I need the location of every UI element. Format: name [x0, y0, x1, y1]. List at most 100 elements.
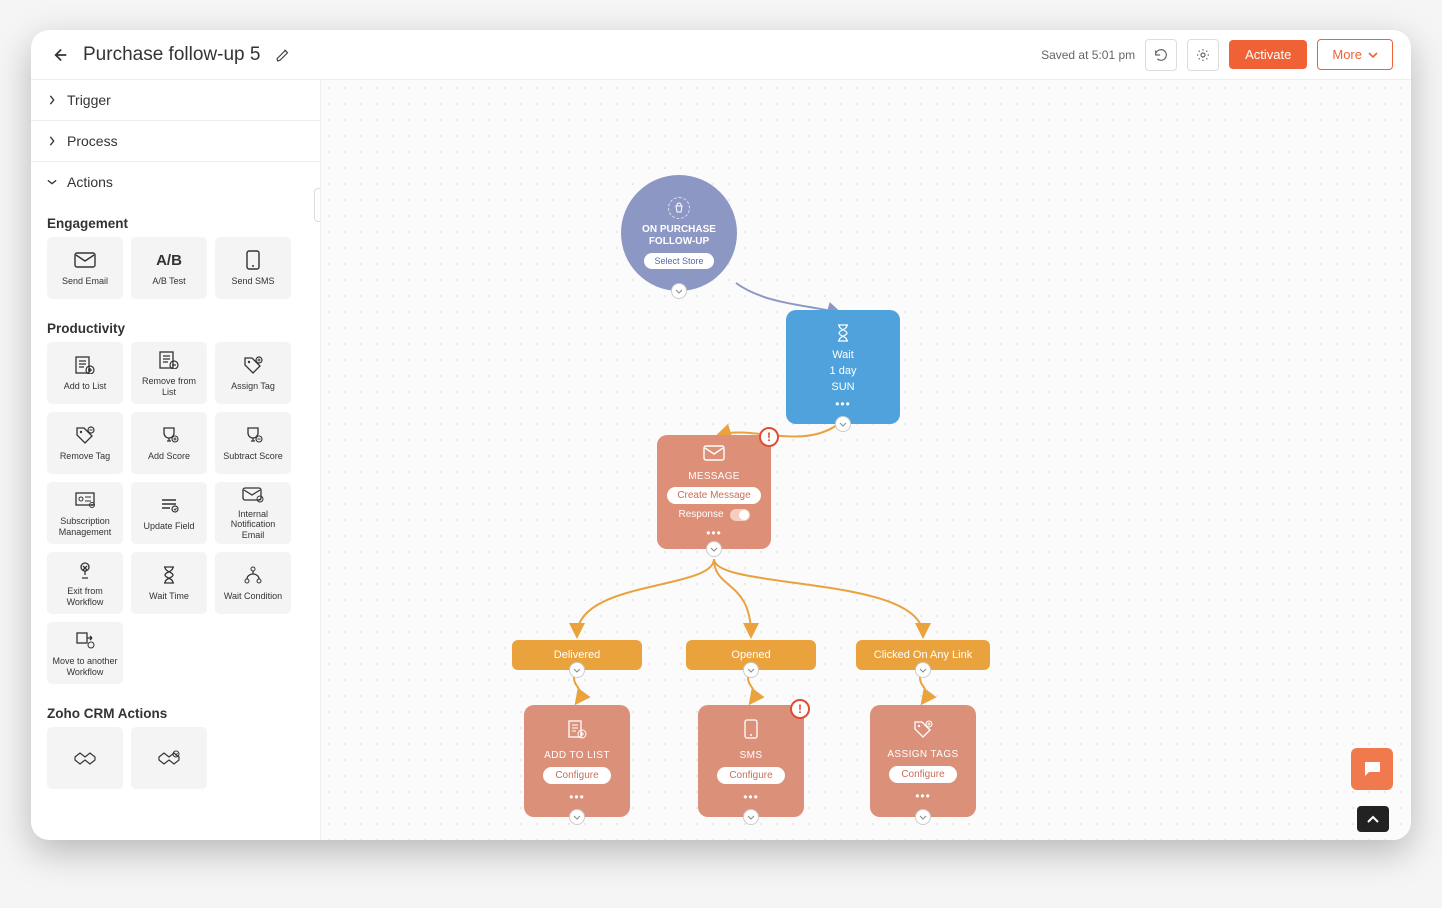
connector-handle[interactable] [915, 809, 931, 825]
trigger-title: ON PURCHASE FOLLOW-UP [634, 224, 724, 248]
tile-label: Internal Notification Email [219, 509, 287, 540]
connector-handle[interactable] [706, 541, 722, 557]
trigger-node[interactable]: ON PURCHASE FOLLOW-UP Select Store [621, 175, 737, 291]
response-toggle[interactable] [730, 509, 750, 521]
group-productivity-title: Productivity [31, 307, 320, 342]
handshake-check-icon [157, 747, 181, 769]
more-button[interactable]: More [1317, 39, 1393, 70]
section-trigger-label: Trigger [67, 92, 111, 108]
actions-sidebar: Trigger Process Actions Engagement Send … [31, 80, 321, 840]
section-process[interactable]: Process [31, 121, 320, 162]
trophy-minus-icon [243, 424, 263, 446]
collapse-sidebar-button[interactable] [314, 188, 321, 222]
more-button-label: More [1332, 47, 1362, 62]
tile-wait-time[interactable]: Wait Time [131, 552, 207, 614]
tile-crm-1[interactable] [47, 727, 123, 789]
more-dots-icon[interactable]: ••• [835, 397, 851, 411]
tile-send-email[interactable]: Send Email [47, 237, 123, 299]
handshake-icon [73, 747, 97, 769]
more-dots-icon[interactable]: ••• [706, 526, 722, 540]
tile-internal-notification[interactable]: Internal Notification Email [215, 482, 291, 544]
more-dots-icon[interactable]: ••• [743, 790, 759, 804]
group-engagement-title: Engagement [31, 202, 320, 237]
chevron-right-icon [47, 136, 57, 146]
hourglass-icon [836, 324, 850, 345]
tile-exit-workflow[interactable]: Exit from Workflow [47, 552, 123, 614]
error-badge-icon: ! [790, 699, 810, 719]
tile-label: Send Email [62, 276, 108, 286]
wait-node[interactable]: Wait 1 day SUN ••• [786, 310, 900, 424]
ab-icon: A/B [156, 249, 182, 271]
tile-label: Send SMS [231, 276, 274, 286]
edit-title-icon[interactable] [274, 46, 292, 64]
more-dots-icon[interactable]: ••• [915, 789, 931, 803]
connector-handle[interactable] [743, 809, 759, 825]
mail-icon [74, 249, 96, 271]
tile-remove-from-list[interactable]: Remove from List [131, 342, 207, 404]
connector-handle[interactable] [569, 809, 585, 825]
response-label: Response [678, 509, 723, 520]
wait-day: SUN [831, 381, 854, 393]
scroll-top-button[interactable] [1357, 806, 1389, 832]
tile-subtract-score[interactable]: Subtract Score [215, 412, 291, 474]
tile-label: Subtract Score [223, 451, 283, 461]
workflow-canvas[interactable]: ON PURCHASE FOLLOW-UP Select Store Wait … [321, 80, 1411, 840]
tile-label: Add to List [64, 381, 107, 391]
branch-label: Delivered [554, 649, 600, 661]
list-add-icon [567, 719, 587, 744]
section-actions[interactable]: Actions [31, 162, 320, 202]
tag-add-icon [913, 720, 933, 743]
section-trigger[interactable]: Trigger [31, 80, 320, 121]
tile-add-score[interactable]: Add Score [131, 412, 207, 474]
connector-handle[interactable] [915, 662, 931, 678]
action-add-to-list[interactable]: ADD TO LIST Configure ••• [524, 705, 630, 817]
settings-button[interactable] [1187, 39, 1219, 71]
back-arrow-icon[interactable] [49, 45, 69, 65]
chevron-right-icon [47, 95, 57, 105]
hourglass-icon [162, 564, 176, 586]
tile-move-workflow[interactable]: Move to another Workflow [47, 622, 123, 684]
tile-update-field[interactable]: Update Field [131, 482, 207, 544]
configure-pill[interactable]: Configure [543, 767, 610, 784]
tile-label: A/B Test [152, 276, 185, 286]
action-sms[interactable]: ! SMS Configure ••• [698, 705, 804, 817]
message-node[interactable]: ! MESSAGE Create Message Response ••• [657, 435, 771, 549]
tile-label: Exit from Workflow [51, 586, 119, 607]
chat-fab[interactable] [1351, 748, 1393, 790]
tile-ab-test[interactable]: A/B A/B Test [131, 237, 207, 299]
tile-add-to-list[interactable]: Add to List [47, 342, 123, 404]
create-message-pill[interactable]: Create Message [667, 487, 760, 504]
exit-icon [76, 559, 94, 581]
subscription-icon [75, 489, 95, 511]
tile-assign-tag[interactable]: Assign Tag [215, 342, 291, 404]
tile-remove-tag[interactable]: Remove Tag [47, 412, 123, 474]
bag-icon [668, 197, 690, 219]
connector-handle[interactable] [569, 662, 585, 678]
chevron-down-icon [47, 177, 57, 187]
saved-status: Saved at 5:01 pm [1041, 48, 1135, 62]
connector-handle[interactable] [743, 662, 759, 678]
tile-crm-2[interactable] [131, 727, 207, 789]
branch-label: Opened [731, 649, 770, 661]
tile-send-sms[interactable]: Send SMS [215, 237, 291, 299]
section-actions-label: Actions [67, 174, 113, 190]
trigger-pill[interactable]: Select Store [644, 253, 713, 269]
wait-title: Wait [832, 349, 854, 361]
section-process-label: Process [67, 133, 118, 149]
more-dots-icon[interactable]: ••• [569, 790, 585, 804]
activate-button[interactable]: Activate [1229, 40, 1307, 69]
action-assign-tags[interactable]: ASSIGN TAGS Configure ••• [870, 705, 976, 817]
connector-handle[interactable] [835, 416, 851, 432]
connectors-layer [321, 80, 1411, 840]
tile-wait-condition[interactable]: Wait Condition [215, 552, 291, 614]
fork-icon [243, 564, 263, 586]
configure-pill[interactable]: Configure [889, 766, 956, 783]
refresh-button[interactable] [1145, 39, 1177, 71]
configure-pill[interactable]: Configure [717, 767, 784, 784]
tag-add-icon [243, 354, 263, 376]
tile-subscription-management[interactable]: Subscription Management [47, 482, 123, 544]
topbar: Purchase follow-up 5 Saved at 5:01 pm Ac… [31, 30, 1411, 80]
connector-handle[interactable] [671, 283, 687, 299]
error-badge-icon: ! [759, 427, 779, 447]
update-field-icon [159, 494, 179, 516]
